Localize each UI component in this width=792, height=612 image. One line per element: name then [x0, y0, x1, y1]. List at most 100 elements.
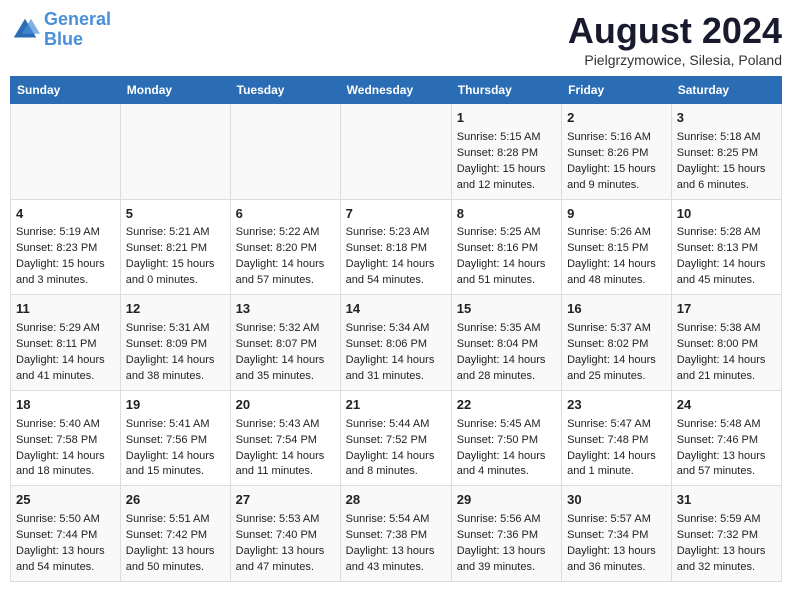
day-info: Sunset: 8:28 PM: [457, 146, 556, 162]
calendar-cell: 24Sunrise: 5:48 AMSunset: 7:46 PMDayligh…: [671, 390, 781, 486]
calendar-cell: [230, 104, 340, 200]
day-info: Sunrise: 5:44 AM: [346, 417, 446, 433]
day-info: Sunset: 7:56 PM: [126, 433, 225, 449]
day-info: Daylight: 13 hours: [457, 544, 556, 560]
calendar-cell: 15 Sunrise: 5:35 AMSunset: 8:04 PMDayligh…: [451, 295, 561, 391]
day-number: 21: [346, 396, 446, 415]
calendar-cell: 21Sunrise: 5:44 AMSunset: 7:52 PMDayligh…: [340, 390, 451, 486]
day-number: 3: [677, 109, 776, 128]
calendar-cell: 11Sunrise: 5:29 AMSunset: 8:11 PMDayligh…: [11, 295, 121, 391]
calendar-cell: [11, 104, 121, 200]
day-info: Sunrise: 5:41 AM: [126, 417, 225, 433]
calendar-cell: 1Sunrise: 5:15 AMSunset: 8:28 PMDaylight…: [451, 104, 561, 200]
day-info: Daylight: 13 hours: [567, 544, 666, 560]
day-number: 8: [457, 205, 556, 224]
weekday-header: Friday: [562, 77, 672, 104]
calendar-cell: 28Sunrise: 5:54 AMSunset: 7:38 PMDayligh…: [340, 486, 451, 582]
logo: General Blue: [10, 10, 111, 50]
calendar-week-row: 1Sunrise: 5:15 AMSunset: 8:28 PMDaylight…: [11, 104, 782, 200]
day-info: Sunset: 8:23 PM: [16, 241, 115, 257]
calendar-cell: 14Sunrise: 5:34 AMSunset: 8:06 PMDayligh…: [340, 295, 451, 391]
calendar-cell: 26Sunrise: 5:51 AMSunset: 7:42 PMDayligh…: [120, 486, 230, 582]
day-number: 23: [567, 396, 666, 415]
day-number: 9: [567, 205, 666, 224]
calendar-week-row: 4Sunrise: 5:19 AMSunset: 8:23 PMDaylight…: [11, 199, 782, 295]
weekday-header: Tuesday: [230, 77, 340, 104]
day-info: Sunrise: 5:32 AM: [236, 321, 335, 337]
day-info: Sunrise: 5:22 AM: [236, 225, 335, 241]
day-info: and 38 minutes.: [126, 369, 225, 385]
day-info: Sunrise: 5:34 AM: [346, 321, 446, 337]
day-info: Sunset: 8:04 PM: [457, 337, 556, 353]
day-info: and 48 minutes.: [567, 273, 666, 289]
weekday-header: Thursday: [451, 77, 561, 104]
day-number: 6: [236, 205, 335, 224]
day-info: Sunrise: 5:35 AM: [457, 321, 556, 337]
day-info: Daylight: 14 hours: [16, 449, 115, 465]
day-info: Daylight: 14 hours: [457, 257, 556, 273]
calendar-cell: 20Sunrise: 5:43 AMSunset: 7:54 PMDayligh…: [230, 390, 340, 486]
day-info: Sunrise: 5:43 AM: [236, 417, 335, 433]
day-number: 15: [457, 300, 556, 319]
day-info: Sunrise: 5:29 AM: [16, 321, 115, 337]
day-info: Sunrise: 5:23 AM: [346, 225, 446, 241]
calendar-cell: 22Sunrise: 5:45 AMSunset: 7:50 PMDayligh…: [451, 390, 561, 486]
day-number: 16: [567, 300, 666, 319]
day-info: Sunset: 8:25 PM: [677, 146, 776, 162]
calendar-cell: [340, 104, 451, 200]
calendar-cell: 10Sunrise: 5:28 AMSunset: 8:13 PMDayligh…: [671, 199, 781, 295]
day-info: Sunset: 8:16 PM: [457, 241, 556, 257]
day-info: Sunset: 7:44 PM: [16, 528, 115, 544]
calendar-cell: 31 Sunrise: 5:59 AMSunset: 7:32 PMDayligh…: [671, 486, 781, 582]
day-info: Sunrise: 5:53 AM: [236, 512, 335, 528]
calendar-cell: 16Sunrise: 5:37 AMSunset: 8:02 PMDayligh…: [562, 295, 672, 391]
day-info: Sunset: 7:32 PM: [677, 528, 776, 544]
day-info: Daylight: 14 hours: [457, 449, 556, 465]
day-number: 27: [236, 491, 335, 510]
header-row: SundayMondayTuesdayWednesdayThursdayFrid…: [11, 77, 782, 104]
day-info: Daylight: 14 hours: [236, 449, 335, 465]
day-info: Sunrise: 5:21 AM: [126, 225, 225, 241]
day-info: Daylight: 14 hours: [16, 353, 115, 369]
logo-text: General Blue: [44, 10, 111, 50]
logo-icon: [10, 15, 40, 45]
day-info: Sunset: 7:34 PM: [567, 528, 666, 544]
day-info: Sunrise: 5:54 AM: [346, 512, 446, 528]
calendar-cell: 5Sunrise: 5:21 AMSunset: 8:21 PMDaylight…: [120, 199, 230, 295]
day-info: Daylight: 14 hours: [346, 449, 446, 465]
calendar-cell: 4Sunrise: 5:19 AMSunset: 8:23 PMDaylight…: [11, 199, 121, 295]
day-info: Daylight: 13 hours: [677, 544, 776, 560]
day-number: 31: [677, 491, 776, 510]
day-number: 29: [457, 491, 556, 510]
day-info: Sunrise: 5:50 AM: [16, 512, 115, 528]
day-info: Daylight: 15 hours: [677, 162, 776, 178]
day-info: Sunrise: 5:56 AM: [457, 512, 556, 528]
day-number: 26: [126, 491, 225, 510]
day-number: 19: [126, 396, 225, 415]
day-info: and 57 minutes.: [236, 273, 335, 289]
day-info: Sunset: 7:42 PM: [126, 528, 225, 544]
day-info: and 9 minutes.: [567, 178, 666, 194]
day-info: Daylight: 15 hours: [16, 257, 115, 273]
day-info: and 47 minutes.: [236, 560, 335, 576]
day-info: Daylight: 14 hours: [457, 353, 556, 369]
day-info: Daylight: 14 hours: [567, 449, 666, 465]
calendar-cell: 8Sunrise: 5:25 AMSunset: 8:16 PMDaylight…: [451, 199, 561, 295]
day-number: 13: [236, 300, 335, 319]
day-info: Sunset: 8:13 PM: [677, 241, 776, 257]
day-info: Sunrise: 5:59 AM: [677, 512, 776, 528]
day-number: 5: [126, 205, 225, 224]
day-info: and 45 minutes.: [677, 273, 776, 289]
day-number: 10: [677, 205, 776, 224]
day-info: Sunrise: 5:38 AM: [677, 321, 776, 337]
day-info: Sunrise: 5:19 AM: [16, 225, 115, 241]
calendar-cell: 7Sunrise: 5:23 AMSunset: 8:18 PMDaylight…: [340, 199, 451, 295]
day-info: Sunset: 8:02 PM: [567, 337, 666, 353]
day-info: Daylight: 14 hours: [677, 353, 776, 369]
day-info: and 50 minutes.: [126, 560, 225, 576]
day-info: Sunrise: 5:28 AM: [677, 225, 776, 241]
day-info: and 39 minutes.: [457, 560, 556, 576]
day-info: and 51 minutes.: [457, 273, 556, 289]
day-info: Sunset: 7:46 PM: [677, 433, 776, 449]
day-info: Sunrise: 5:47 AM: [567, 417, 666, 433]
